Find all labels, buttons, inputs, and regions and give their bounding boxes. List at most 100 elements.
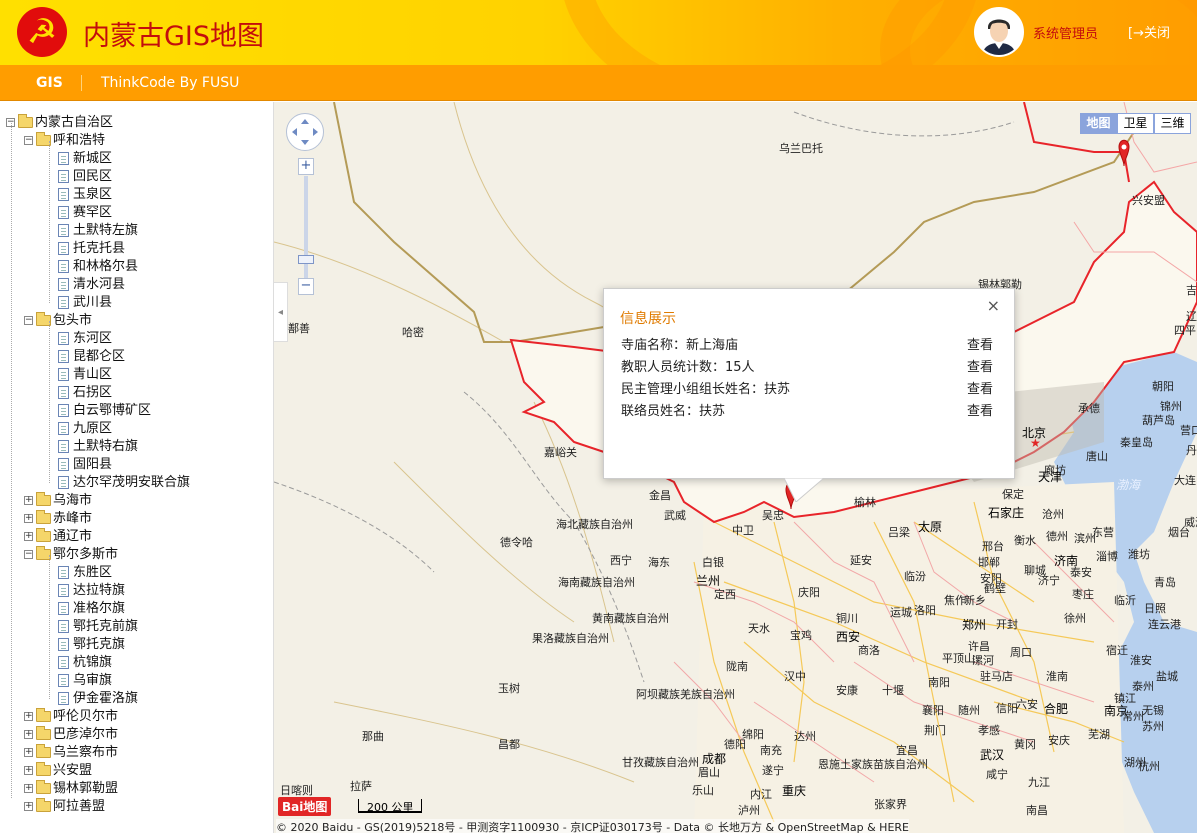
expand-toggle-icon[interactable]: + — [24, 496, 33, 505]
tree-node-label[interactable]: 土默特右旗 — [73, 439, 138, 454]
nav-item-thinkcode[interactable]: ThinkCode By FUSU — [101, 75, 239, 91]
tree-node-label[interactable]: 青山区 — [73, 367, 112, 382]
avatar[interactable] — [974, 7, 1024, 57]
tree-node-label[interactable]: 昆都仑区 — [73, 349, 125, 364]
tree-node-label[interactable]: 通辽市 — [53, 529, 92, 544]
tree-node-label[interactable]: 鄂托克前旗 — [73, 619, 138, 634]
view-leader-link[interactable]: 查看 — [967, 378, 993, 397]
tree-node-label[interactable]: 达尔罕茂明安联合旗 — [73, 475, 190, 490]
maptype-satellite-button[interactable]: 卫星 — [1117, 113, 1154, 134]
tree-node-city[interactable]: + 呼伦贝尔市 — [24, 708, 118, 726]
tree-node-city[interactable]: − 包头市 — [24, 312, 92, 330]
tree-node-district[interactable]: 九原区 — [58, 420, 112, 438]
tree-node-label[interactable]: 兴安盟 — [53, 763, 92, 778]
tree-node-city[interactable]: + 兴安盟 — [24, 762, 92, 780]
tree-node-label[interactable]: 赛罕区 — [73, 205, 112, 220]
tree-node-district[interactable]: 达拉特旗 — [58, 582, 125, 600]
tree-node-label[interactable]: 九原区 — [73, 421, 112, 436]
tree-node-district[interactable]: 固阳县 — [58, 456, 112, 474]
tree-node-city[interactable]: + 赤峰市 — [24, 510, 92, 528]
expand-toggle-icon[interactable]: + — [24, 712, 33, 721]
user-name[interactable]: 系统管理员 — [1033, 23, 1098, 42]
tree-node-district[interactable]: 和林格尔县 — [58, 258, 138, 276]
tree-node-city[interactable]: − 鄂尔多斯市 — [24, 546, 118, 564]
tree-node-district[interactable]: 新城区 — [58, 150, 112, 168]
tree-node-city[interactable]: + 锡林郭勒盟 — [24, 780, 118, 798]
tree-node-label[interactable]: 巴彦淖尔市 — [53, 727, 118, 742]
baidu-logo[interactable]: Bai地图 — [278, 797, 332, 816]
expand-toggle-icon[interactable]: + — [24, 748, 33, 757]
tree-node-district[interactable]: 托克托县 — [58, 240, 125, 258]
expand-toggle-icon[interactable]: + — [24, 802, 33, 811]
collapse-toggle-icon[interactable]: − — [24, 136, 33, 145]
tree-node-city[interactable]: + 乌兰察布市 — [24, 744, 118, 762]
tree-node-district[interactable]: 准格尔旗 — [58, 600, 125, 618]
view-temple-link[interactable]: 查看 — [967, 334, 993, 353]
tree-node-label[interactable]: 玉泉区 — [73, 187, 112, 202]
location-marker[interactable] — [1118, 139, 1130, 167]
tree-node-district[interactable]: 伊金霍洛旗 — [58, 690, 138, 708]
tree-node-district[interactable]: 达尔罕茂明安联合旗 — [58, 474, 190, 492]
tree-node-label[interactable]: 和林格尔县 — [73, 259, 138, 274]
tree-node-root[interactable]: − 内蒙古自治区 — [6, 114, 113, 132]
collapse-toggle-icon[interactable]: − — [24, 550, 33, 559]
expand-toggle-icon[interactable]: + — [24, 532, 33, 541]
collapse-toggle-icon[interactable]: − — [24, 316, 33, 325]
tree-node-city[interactable]: + 阿拉善盟 — [24, 798, 105, 816]
tree-node-label[interactable]: 呼和浩特 — [53, 133, 105, 148]
view-liaison-link[interactable]: 查看 — [967, 400, 993, 419]
zoom-in-button[interactable]: + — [298, 158, 314, 175]
tree-node-label[interactable]: 杭锦旗 — [73, 655, 112, 670]
tree-node-label[interactable]: 准格尔旗 — [73, 601, 125, 616]
zoom-out-button[interactable]: − — [298, 278, 314, 295]
tree-node-label[interactable]: 内蒙古自治区 — [35, 115, 113, 130]
tree-node-city[interactable]: + 乌海市 — [24, 492, 92, 510]
tree-node-district[interactable]: 土默特左旗 — [58, 222, 138, 240]
maptype-map-button[interactable]: 地图 — [1080, 113, 1117, 134]
tree-node-label[interactable]: 白云鄂博矿区 — [73, 403, 151, 418]
tree-node-label[interactable]: 鄂托克旗 — [73, 637, 125, 652]
expand-toggle-icon[interactable]: + — [24, 514, 33, 523]
expand-toggle-icon[interactable]: + — [24, 766, 33, 775]
tree-node-label[interactable]: 乌兰察布市 — [53, 745, 118, 760]
tree-node-label[interactable]: 包头市 — [53, 313, 92, 328]
nav-item-gis[interactable]: GIS — [36, 75, 63, 91]
tree-node-label[interactable]: 新城区 — [73, 151, 112, 166]
expand-toggle-icon[interactable]: + — [24, 784, 33, 793]
tree-node-label[interactable]: 东胜区 — [73, 565, 112, 580]
tree-node-label[interactable]: 回民区 — [73, 169, 112, 184]
tree-node-label[interactable]: 乌海市 — [53, 493, 92, 508]
close-icon[interactable]: × — [987, 296, 1000, 315]
maptype-3d-button[interactable]: 三维 — [1154, 113, 1191, 134]
tree-node-district[interactable]: 回民区 — [58, 168, 112, 186]
tree-node-label[interactable]: 托克托县 — [73, 241, 125, 256]
tree-node-district[interactable]: 鄂托克旗 — [58, 636, 125, 654]
tree-node-city[interactable]: + 巴彦淖尔市 — [24, 726, 118, 744]
tree-node-label[interactable]: 呼伦贝尔市 — [53, 709, 118, 724]
tree-node-district[interactable]: 土默特右旗 — [58, 438, 138, 456]
tree-node-label[interactable]: 阿拉善盟 — [53, 799, 105, 814]
tree-node-label[interactable]: 锡林郭勒盟 — [53, 781, 118, 796]
tree-node-label[interactable]: 土默特左旗 — [73, 223, 138, 238]
tree-node-label[interactable]: 赤峰市 — [53, 511, 92, 526]
tree-node-district[interactable]: 清水河县 — [58, 276, 125, 294]
zoom-track[interactable] — [304, 176, 308, 280]
tree-node-label[interactable]: 鄂尔多斯市 — [53, 547, 118, 562]
tree-node-label[interactable]: 达拉特旗 — [73, 583, 125, 598]
tree-node-label[interactable]: 石拐区 — [73, 385, 112, 400]
tree-node-label[interactable]: 伊金霍洛旗 — [73, 691, 138, 706]
tree-node-district[interactable]: 杭锦旗 — [58, 654, 112, 672]
tree-node-label[interactable]: 武川县 — [73, 295, 112, 310]
logout-button[interactable]: [→关闭 — [1128, 22, 1170, 41]
tree-node-district[interactable]: 昆都仑区 — [58, 348, 125, 366]
tree-node-label[interactable]: 清水河县 — [73, 277, 125, 292]
tree-node-district[interactable]: 东胜区 — [58, 564, 112, 582]
tree-node-district[interactable]: 东河区 — [58, 330, 112, 348]
zoom-slider-handle[interactable] — [298, 255, 314, 264]
map-view[interactable]: ★ 乌兰巴托 兴安盟 锡林郭勒 哈密 鄯善 嘉峪关 金昌 武威 中卫 吴忠 海北藏族自治州 德令哈 西宁… — [274, 102, 1197, 833]
tree-node-label[interactable]: 东河区 — [73, 331, 112, 346]
tree-node-district[interactable]: 鄂托克前旗 — [58, 618, 138, 636]
tree-node-district[interactable]: 白云鄂博矿区 — [58, 402, 151, 420]
tree-node-label[interactable]: 固阳县 — [73, 457, 112, 472]
tree-node-city[interactable]: + 通辽市 — [24, 528, 92, 546]
